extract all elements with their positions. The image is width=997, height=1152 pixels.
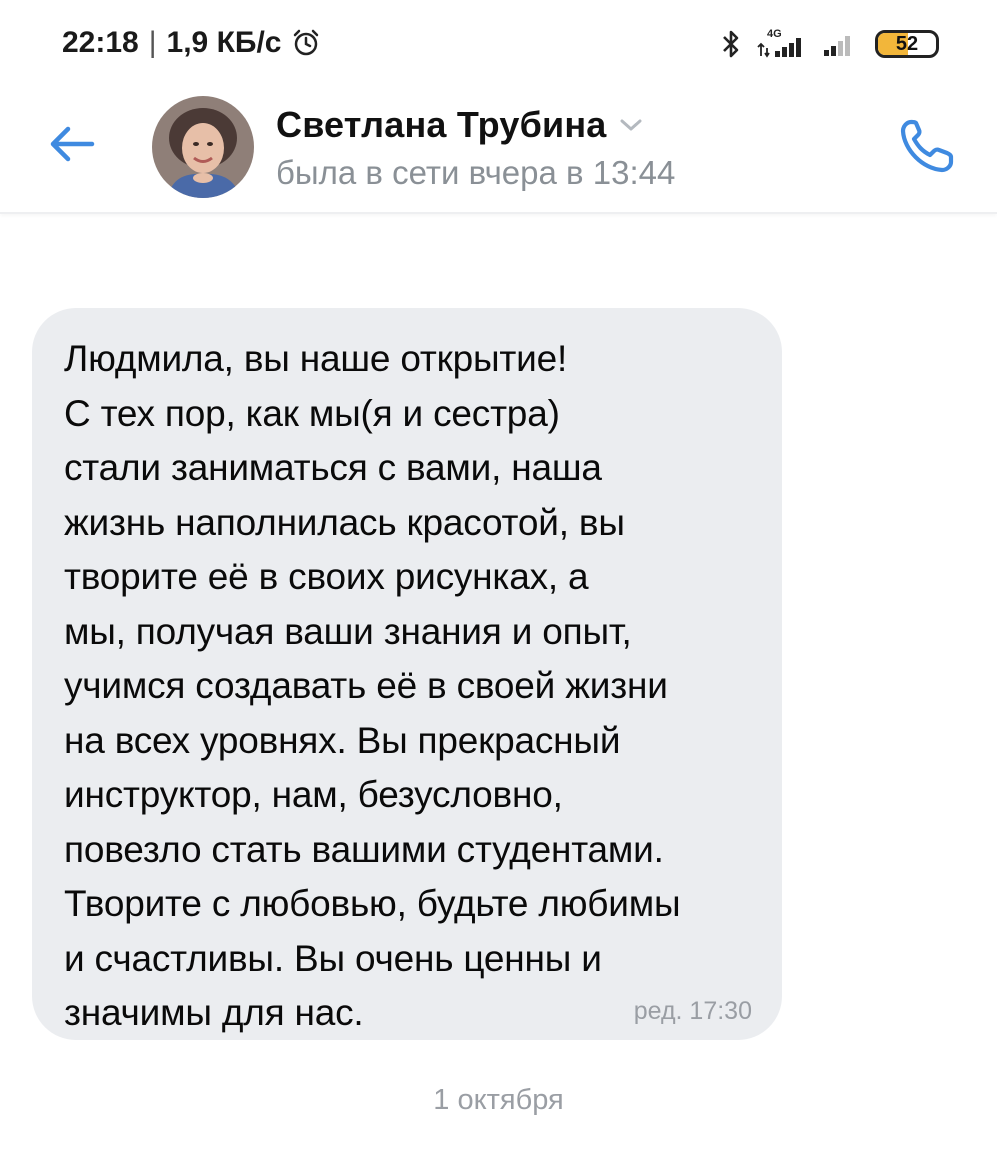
status-bar: 22:18 | 1,9 КБ/с 4G 52: [0, 0, 997, 88]
contact-status: была в сети вчера в 13:44: [276, 154, 676, 191]
signal-4g-label: 4G: [767, 28, 782, 40]
clock: 22:18: [62, 26, 139, 59]
status-left: 22:18 | 1,9 КБ/с: [62, 26, 321, 60]
battery-level: 52: [895, 32, 919, 55]
contact-name[interactable]: Светлана Трубина: [276, 104, 607, 146]
message-edited-time: ред. 17:30: [633, 997, 752, 1025]
back-arrow-icon[interactable]: [44, 116, 100, 172]
chat-area[interactable]: Людмила, вы наше открытие! С тех пор, ка…: [0, 216, 997, 1152]
contact-name-row[interactable]: Светлана Трубина: [276, 104, 643, 146]
signal-icon: [824, 36, 850, 56]
message-bubble[interactable]: Людмила, вы наше открытие! С тех пор, ка…: [32, 308, 782, 1040]
avatar-photo: [152, 96, 254, 198]
avatar[interactable]: [152, 96, 254, 198]
chevron-down-icon[interactable]: [619, 117, 643, 133]
status-right: 4G 52: [721, 24, 939, 64]
message-text: Людмила, вы наше открытие! С тех пор, ка…: [64, 338, 681, 1033]
date-separator: 1 октября: [433, 1084, 564, 1116]
battery-icon: 52: [875, 30, 939, 58]
signal-4g-icon: 4G: [757, 28, 801, 58]
chat-header: Светлана Трубина была в сети вчера в 13:…: [0, 88, 997, 214]
bluetooth-icon: [723, 30, 739, 58]
alarm-icon: [294, 29, 319, 56]
network-speed: 1,9 КБ/с: [166, 26, 282, 59]
status-separator: |: [148, 26, 157, 59]
phone-icon[interactable]: [897, 114, 959, 176]
